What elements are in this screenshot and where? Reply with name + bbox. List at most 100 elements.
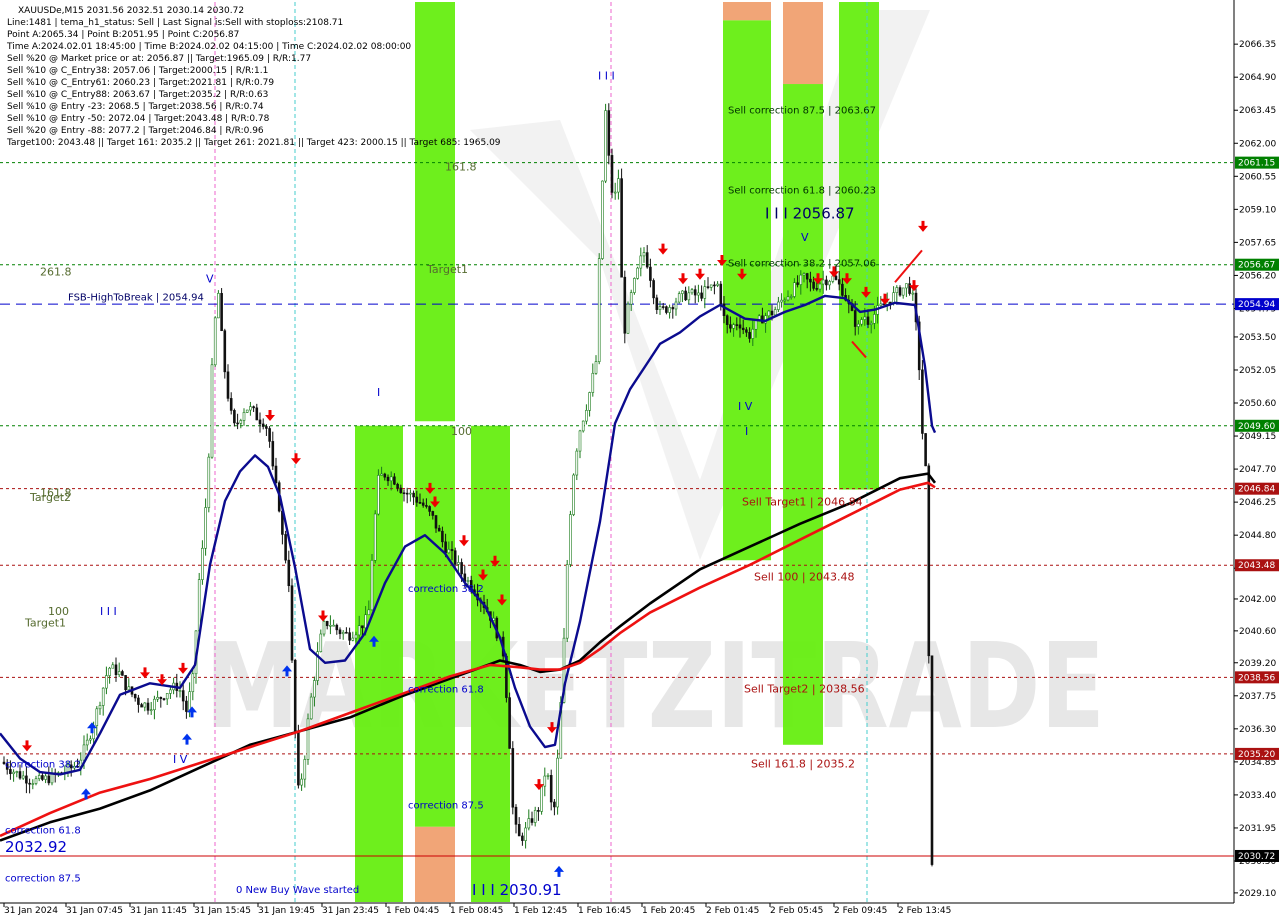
candle-body: [700, 292, 703, 299]
candle-body: [674, 301, 678, 310]
candle-body: [127, 686, 131, 691]
candle-body: [597, 258, 601, 362]
zone-2: [415, 826, 455, 902]
candle-body: [309, 696, 313, 720]
price-tick-label: 2036.30: [1239, 725, 1276, 735]
annotation: 2032.92: [5, 838, 67, 856]
candle-body: [159, 696, 163, 699]
candle-body: [389, 476, 393, 482]
info-line: Sell %10 @ Entry -50: 2072.04 | Target:2…: [7, 114, 270, 124]
price-chart[interactable]: MARKETZITRADE 261.8FSB-HighToBreak | 205…: [0, 0, 1280, 920]
annotation: Sell 161.8 | 2035.2: [751, 758, 855, 771]
candle-body: [341, 631, 345, 635]
price-tick-label: 2046.25: [1239, 498, 1276, 508]
candle-body: [697, 292, 700, 296]
price-tick-label: 2044.80: [1239, 531, 1276, 541]
candle-body: [613, 191, 617, 194]
candle-body: [565, 564, 569, 639]
time-tick-label: 31 Jan 07:45: [66, 906, 123, 916]
candle-body: [223, 330, 227, 373]
candle-body: [351, 637, 355, 641]
candle-body: [901, 287, 905, 296]
price-axis-bg: [1234, 0, 1280, 920]
price-tick-label: 2059.10: [1239, 205, 1276, 215]
annotation: Target2: [29, 491, 71, 504]
candle-body: [716, 283, 719, 286]
candle-body: [703, 286, 707, 299]
candle-body: [786, 296, 790, 301]
candle-body: [297, 730, 300, 786]
price-tick-label: 2063.45: [1239, 106, 1276, 116]
candle-body: [428, 506, 431, 512]
candle-body: [124, 675, 127, 691]
candle-body: [255, 407, 259, 421]
candle-body: [12, 771, 15, 775]
candle-body: [293, 659, 297, 732]
candle-body: [21, 775, 25, 779]
candle-body: [322, 621, 326, 635]
candle-body: [418, 502, 422, 504]
candle-body: [789, 296, 793, 298]
candle-body: [370, 559, 374, 611]
candle-body: [805, 273, 809, 280]
candle-body: [841, 283, 844, 296]
annotation: Sell correction 61.8 | 2060.23: [728, 185, 876, 196]
candle-body: [41, 775, 44, 780]
time-tick-label: 2 Feb 01:45: [706, 906, 759, 916]
candle-body: [604, 110, 607, 182]
candle-body: [412, 492, 415, 498]
annotation: I V: [738, 400, 753, 413]
candle-body: [453, 550, 457, 565]
candle-body: [111, 664, 115, 669]
candle-body: [633, 278, 636, 293]
time-tick-label: 31 Jan 19:45: [258, 906, 315, 916]
candle-body: [101, 687, 105, 706]
level-tag-label: 2035.20: [1238, 750, 1275, 760]
annotation: Target1: [426, 263, 468, 276]
candle-body: [271, 441, 275, 467]
annotation: V: [206, 272, 214, 285]
price-tick-label: 2040.60: [1239, 627, 1276, 637]
price-tick-label: 2053.50: [1239, 333, 1276, 343]
candle-body: [508, 697, 511, 749]
candle-body: [329, 625, 332, 627]
candle-body: [610, 155, 614, 193]
candle-body: [345, 631, 348, 634]
annotation: Sell correction 87.5 | 2063.67: [728, 106, 876, 117]
candle-body: [617, 178, 620, 193]
candle-body: [354, 634, 358, 639]
candle-body: [537, 810, 540, 812]
info-line: Sell %20 @ Entry -88: 2077.2 | Target:20…: [7, 126, 264, 136]
price-tick-label: 2064.90: [1239, 73, 1276, 83]
candle-body: [834, 275, 838, 280]
candle-body: [649, 266, 652, 281]
candle-body: [857, 323, 860, 327]
time-tick-label: 31 Jan 15:45: [194, 906, 251, 916]
candle-body: [18, 771, 22, 779]
candle-body: [767, 310, 771, 317]
candle-body: [636, 267, 639, 279]
candle-body: [201, 547, 204, 580]
annotation: V: [801, 231, 809, 244]
annotation: Target1: [24, 616, 66, 629]
candle-body: [447, 549, 451, 554]
candle-body: [815, 288, 819, 290]
time-tick-label: 1 Feb 16:45: [578, 906, 631, 916]
candle-body: [895, 287, 899, 293]
candle-body: [754, 319, 758, 330]
candle-body: [287, 559, 291, 587]
annotation: I I I: [598, 69, 615, 82]
annotation: correction 87.5: [408, 801, 484, 812]
candle-body: [348, 632, 351, 641]
candle-body: [530, 818, 534, 823]
candle-body: [831, 275, 835, 282]
candle-body: [245, 409, 249, 413]
price-tick-label: 2062.00: [1239, 139, 1276, 149]
candle-body: [921, 369, 924, 434]
candle-body: [367, 609, 371, 616]
candle-body: [802, 273, 806, 276]
candle-body: [226, 371, 230, 399]
annotation: 261.8: [40, 265, 72, 278]
candle-body: [44, 775, 47, 780]
candle-body: [274, 465, 278, 483]
